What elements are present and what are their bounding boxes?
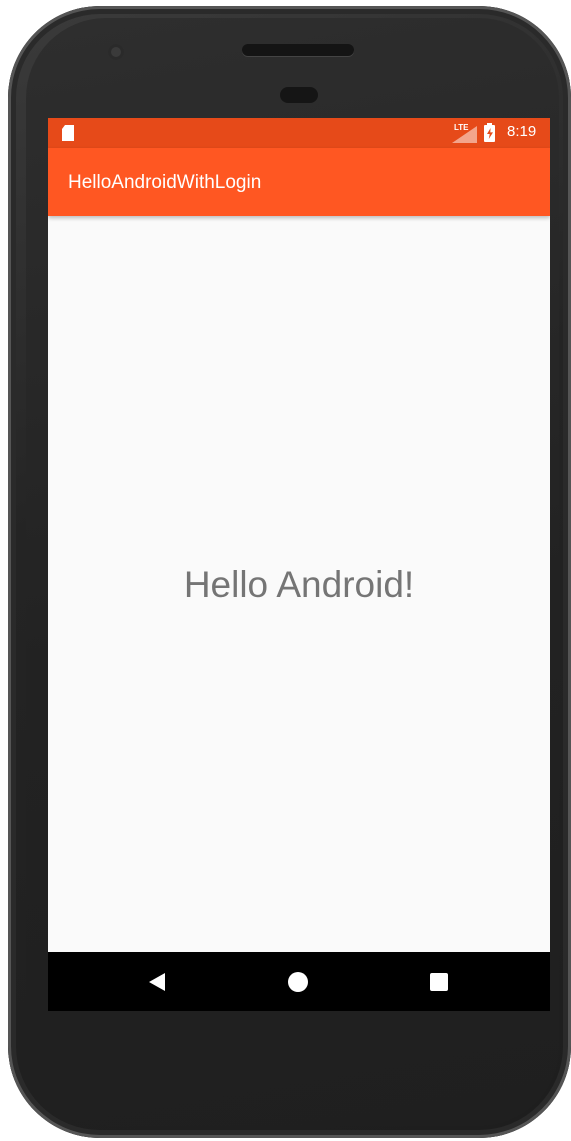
earpiece-speaker	[242, 44, 354, 56]
battery-charging-icon	[484, 123, 495, 142]
network-type: LTE	[454, 123, 469, 132]
status-time: 8:19	[507, 123, 537, 140]
hello-text: Hello Android!	[183, 564, 415, 605]
app-title: HelloAndroidWithLogin	[68, 172, 262, 193]
status-bar: LTE 8:19	[48, 118, 550, 148]
proximity-sensor	[280, 87, 318, 103]
app-bar: HelloAndroidWithLogin	[48, 148, 550, 216]
navigation-bar	[48, 952, 550, 1011]
back-icon[interactable]	[149, 973, 165, 991]
front-camera	[108, 44, 124, 60]
bolt-icon	[487, 128, 493, 139]
recents-icon[interactable]	[430, 973, 448, 991]
device-screen: LTE 8:19 HelloAndroidWithLogin Hello And…	[48, 118, 550, 1011]
home-icon[interactable]	[288, 972, 308, 992]
sd-card-icon	[62, 125, 74, 141]
